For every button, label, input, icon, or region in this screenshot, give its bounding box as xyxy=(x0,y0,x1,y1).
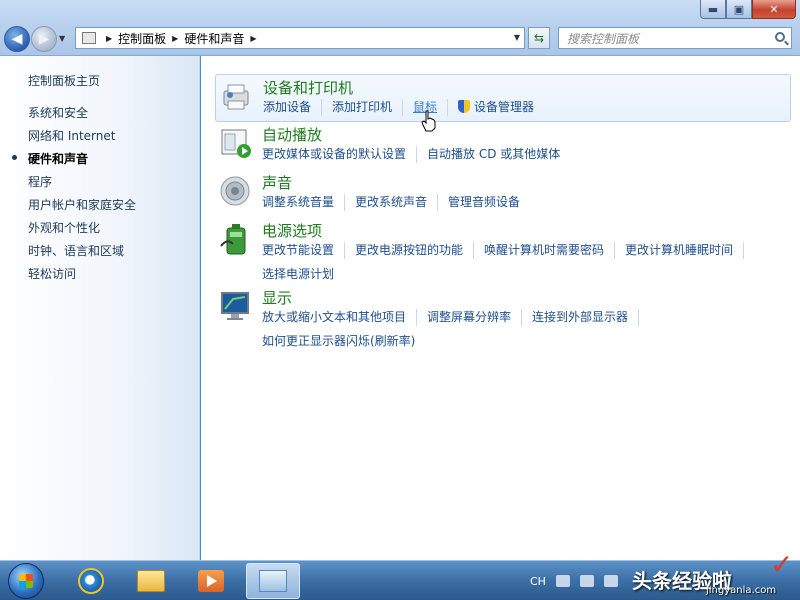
system-tray: CH xyxy=(520,561,618,600)
link-require-password-wake[interactable]: 唤醒计算机时需要密码 xyxy=(484,242,616,259)
breadcrumb-separator-icon[interactable]: ▶ xyxy=(106,34,112,43)
link-add-printer[interactable]: 添加打印机 xyxy=(332,99,404,116)
category-title-power-options[interactable]: 电源选项 xyxy=(262,220,322,241)
forward-arrow-icon: ▶ xyxy=(38,31,50,47)
category-autoplay: 自动播放 更改媒体或设备的默认设置 自动播放 CD 或其他媒体 xyxy=(215,122,791,168)
window-controls: ▬ ▣ ✕ xyxy=(700,0,796,19)
forward-button[interactable]: ▶ xyxy=(31,26,57,52)
category-links-autoplay: 更改媒体或设备的默认设置 自动播放 CD 或其他媒体 xyxy=(262,146,782,170)
category-title-display[interactable]: 显示 xyxy=(262,287,292,308)
sidebar-item-programs[interactable]: 程序 xyxy=(28,173,136,196)
taskbar-windows-explorer[interactable] xyxy=(124,563,178,599)
recent-pages-chevron-icon[interactable]: ▼ xyxy=(59,34,65,43)
link-screen-resolution[interactable]: 调整屏幕分辨率 xyxy=(427,309,523,326)
sidebar-item-appearance[interactable]: 外观和个性化 xyxy=(28,219,136,242)
category-title-sound[interactable]: 声音 xyxy=(262,172,292,193)
link-connect-external-display[interactable]: 连接到外部显示器 xyxy=(532,309,640,326)
sidebar: 控制面板主页 系统和安全 网络和 Internet 硬件和声音 程序 用户帐户和… xyxy=(0,56,200,560)
minimize-button[interactable]: ▬ xyxy=(700,0,726,19)
link-device-manager-label: 设备管理器 xyxy=(474,100,535,114)
link-change-media-defaults[interactable]: 更改媒体或设备的默认设置 xyxy=(262,146,418,163)
watermark-url: jingyanla.com xyxy=(706,585,777,596)
hand-cursor-icon xyxy=(421,110,436,132)
monitor-icon xyxy=(221,292,249,320)
main-content: 设备和打印机 添加设备 添加打印机 鼠标 设备管理器 自动播放 更改媒体或设备的… xyxy=(201,56,800,560)
refresh-button[interactable]: ⇆ xyxy=(528,27,550,49)
link-adjust-volume[interactable]: 调整系统音量 xyxy=(262,194,346,211)
category-links-devices-printers: 添加设备 添加打印机 鼠标 设备管理器 xyxy=(263,99,783,123)
start-button[interactable] xyxy=(8,563,44,599)
taskbar-internet-explorer[interactable] xyxy=(64,563,118,599)
link-choose-power-plan[interactable]: 选择电源计划 xyxy=(262,266,344,283)
autoplay-icon xyxy=(221,129,251,158)
link-change-system-sounds[interactable]: 更改系统声音 xyxy=(355,194,439,211)
link-manage-audio-devices[interactable]: 管理音频设备 xyxy=(448,194,530,211)
category-title-autoplay[interactable]: 自动播放 xyxy=(262,124,322,145)
maximize-button[interactable]: ▣ xyxy=(726,0,752,19)
category-title-devices-printers[interactable]: 设备和打印机 xyxy=(263,77,353,98)
internet-explorer-icon xyxy=(78,568,104,594)
link-device-manager[interactable]: 设备管理器 xyxy=(458,99,544,116)
taskbar-media-player[interactable] xyxy=(184,563,238,599)
search-icon[interactable] xyxy=(775,32,785,42)
link-resize-text[interactable]: 放大或缩小文本和其他项目 xyxy=(262,309,418,326)
sidebar-item-hardware-sound[interactable]: 硬件和声音 xyxy=(11,150,136,173)
category-links-sound: 调整系统音量 更改系统声音 管理音频设备 xyxy=(262,194,782,218)
address-dropdown-icon[interactable]: ▼ xyxy=(514,33,520,42)
media-player-icon xyxy=(198,570,224,592)
back-button[interactable]: ◀ xyxy=(4,26,30,52)
sidebar-home-link[interactable]: 控制面板主页 xyxy=(28,72,100,89)
check-mark-icon: ✓ xyxy=(770,548,794,581)
breadcrumb-separator-icon[interactable]: ▶ xyxy=(172,34,178,43)
category-devices-printers: 设备和打印机 添加设备 添加打印机 鼠标 设备管理器 xyxy=(215,74,791,122)
folder-icon xyxy=(137,570,165,592)
refresh-icon: ⇆ xyxy=(533,31,545,45)
sidebar-item-network-internet[interactable]: 网络和 Internet xyxy=(28,127,136,150)
taskbar-control-panel[interactable] xyxy=(246,563,300,599)
window-titlebar: ▬ ▣ ✕ ◀ ▶ ▼ ▶ 控制面板 ▶ 硬件和声音 ▶ ▼ ⇆ 搜索控制面板 xyxy=(0,0,800,56)
sidebar-item-user-accounts[interactable]: 用户帐户和家庭安全 xyxy=(28,196,136,219)
language-indicator[interactable]: CH xyxy=(530,575,546,588)
category-sound: 声音 调整系统音量 更改系统声音 管理音频设备 xyxy=(215,170,791,216)
close-button[interactable]: ✕ xyxy=(752,0,796,19)
taskbar: CH 头条经验啦 jingyanla.com xyxy=(0,560,800,600)
sidebar-item-clock-language[interactable]: 时钟、语言和区域 xyxy=(28,242,136,265)
breadcrumb-separator-icon[interactable]: ▶ xyxy=(250,34,256,43)
speaker-icon xyxy=(220,176,250,206)
control-panel-taskbar-icon xyxy=(259,570,287,592)
link-change-power-saving[interactable]: 更改节能设置 xyxy=(262,242,346,259)
category-links-display: 放大或缩小文本和其他项目 调整屏幕分辨率 连接到外部显示器 如何更正显示器闪烁(… xyxy=(262,309,782,357)
link-fix-flicker[interactable]: 如何更正显示器闪烁(刷新率) xyxy=(262,333,425,350)
category-power-options: 电源选项 更改节能设置 更改电源按钮的功能 唤醒计算机时需要密码 更改计算机睡眠… xyxy=(215,218,791,284)
uac-shield-icon xyxy=(458,100,471,113)
printer-icon xyxy=(223,84,249,110)
keyboard-icon[interactable] xyxy=(555,575,570,587)
breadcrumb-control-panel[interactable]: 控制面板 xyxy=(118,30,166,47)
sidebar-item-system-security[interactable]: 系统和安全 xyxy=(28,104,136,127)
address-bar[interactable]: ▶ 控制面板 ▶ 硬件和声音 ▶ ▼ xyxy=(75,27,525,49)
help-icon[interactable] xyxy=(603,575,618,587)
breadcrumb-hardware-sound[interactable]: 硬件和声音 xyxy=(184,30,244,47)
category-display: 显示 放大或缩小文本和其他项目 调整屏幕分辨率 连接到外部显示器 如何更正显示器… xyxy=(215,285,791,351)
search-placeholder: 搜索控制面板 xyxy=(567,31,640,46)
navigation-bar: ◀ ▶ ▼ ▶ 控制面板 ▶ 硬件和声音 ▶ ▼ ⇆ 搜索控制面板 xyxy=(0,24,800,52)
sidebar-item-ease-of-access[interactable]: 轻松访问 xyxy=(28,265,136,288)
ime-settings-icon[interactable] xyxy=(579,575,594,587)
back-arrow-icon: ◀ xyxy=(11,31,23,47)
link-add-device[interactable]: 添加设备 xyxy=(263,99,323,116)
link-power-button-function[interactable]: 更改电源按钮的功能 xyxy=(355,242,475,259)
category-links-power-options: 更改节能设置 更改电源按钮的功能 唤醒计算机时需要密码 更改计算机睡眠时间 选择… xyxy=(262,242,782,290)
link-change-sleep-time[interactable]: 更改计算机睡眠时间 xyxy=(625,242,745,259)
link-autoplay-cd[interactable]: 自动播放 CD 或其他媒体 xyxy=(427,146,570,163)
battery-icon xyxy=(220,224,246,255)
sidebar-category-list: 系统和安全 网络和 Internet 硬件和声音 程序 用户帐户和家庭安全 外观… xyxy=(11,104,136,288)
control-panel-icon xyxy=(82,32,96,44)
search-input[interactable]: 搜索控制面板 xyxy=(558,27,792,49)
